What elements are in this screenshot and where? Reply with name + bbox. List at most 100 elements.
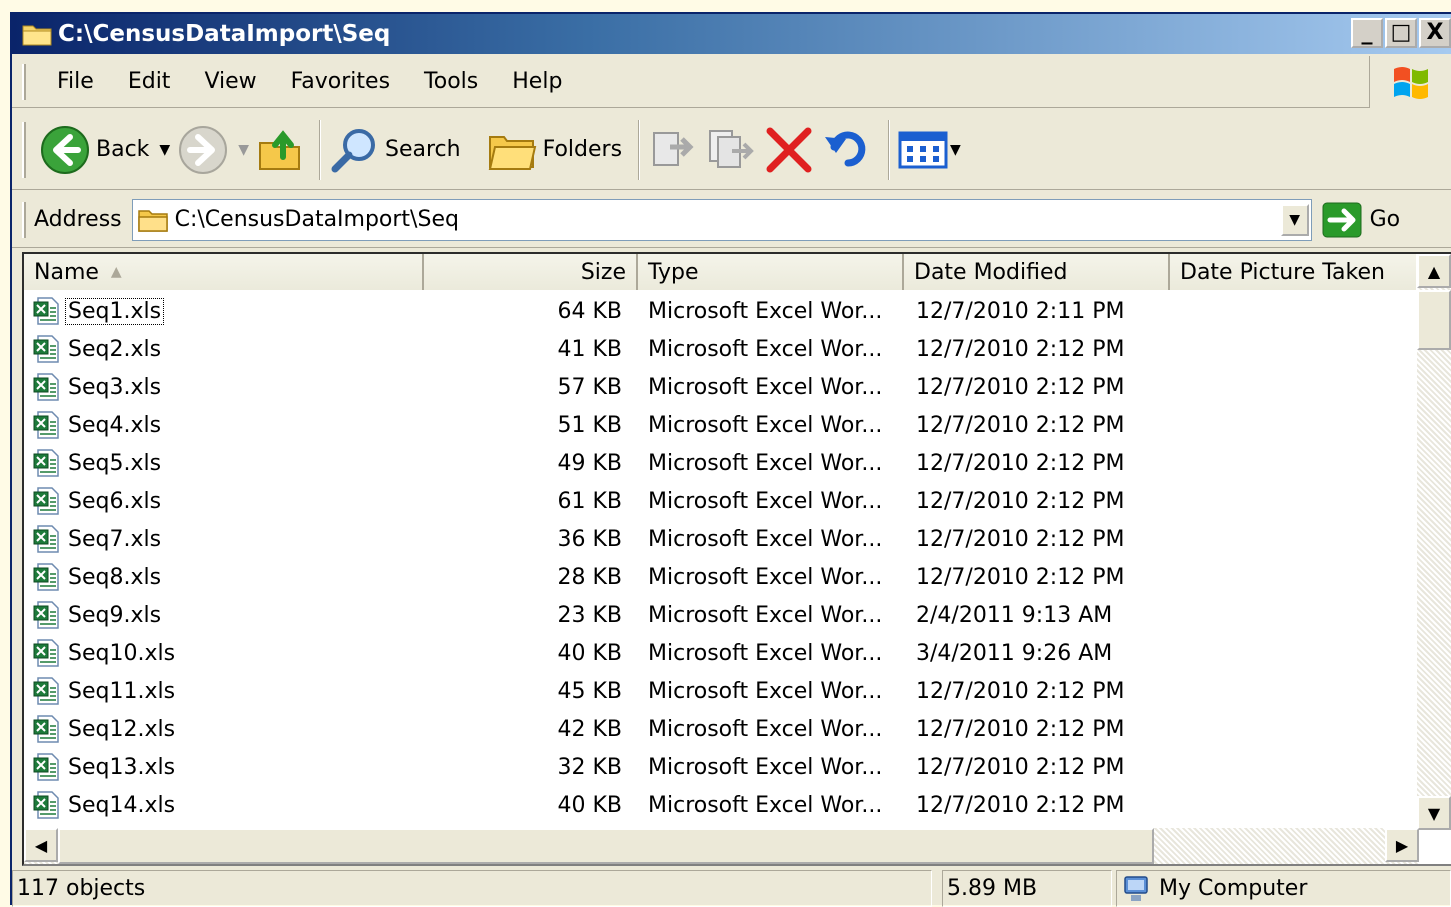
- file-name-cell[interactable]: Seq4.xls: [24, 410, 422, 440]
- column-header-type[interactable]: Type: [638, 254, 904, 290]
- file-name[interactable]: Seq10.xls: [66, 641, 177, 666]
- file-name-cell[interactable]: Seq7.xls: [24, 524, 422, 554]
- file-date-modified: 3/4/2011 9:26 AM: [916, 640, 1113, 666]
- toolbar-separator: [888, 119, 891, 180]
- forward-button[interactable]: ▼: [178, 125, 249, 175]
- horizontal-scroll-thumb[interactable]: [58, 828, 1154, 864]
- views-dropdown-icon[interactable]: ▼: [950, 142, 961, 158]
- excel-file-icon: [33, 639, 59, 667]
- delete-button[interactable]: [764, 127, 814, 173]
- address-bar: Address C:\CensusDataImport\Seq ▼ Go: [12, 192, 1451, 248]
- file-row[interactable]: Seq2.xls 41 KB Microsoft Excel Wor... 12/7/…: [24, 330, 1416, 368]
- file-name-cell[interactable]: Seq10.xls: [24, 638, 422, 668]
- file-type: Microsoft Excel Wor...: [648, 488, 883, 514]
- column-header-size[interactable]: Size: [424, 254, 638, 290]
- file-row[interactable]: Seq9.xls 23 KB Microsoft Excel Wor... 2/4/2…: [24, 596, 1416, 634]
- file-name-cell[interactable]: Seq8.xls: [24, 562, 422, 592]
- file-name-cell[interactable]: Seq1.xls: [24, 296, 422, 326]
- vertical-scrollbar[interactable]: ▲ ▼: [1417, 254, 1451, 830]
- file-row[interactable]: Seq14.xls 40 KB Microsoft Excel Wor... 12/7…: [24, 786, 1416, 824]
- maximize-button[interactable]: □: [1385, 18, 1417, 48]
- file-name[interactable]: Seq4.xls: [66, 413, 163, 438]
- horizontal-scrollbar[interactable]: ◀ ▶: [24, 828, 1419, 864]
- copy-to-button[interactable]: [706, 127, 756, 173]
- views-button[interactable]: ▼: [898, 129, 961, 171]
- scroll-left-button[interactable]: ◀: [24, 828, 58, 862]
- file-row[interactable]: Seq7.xls 36 KB Microsoft Excel Wor... 12/7/…: [24, 520, 1416, 558]
- scroll-right-button[interactable]: ▶: [1385, 828, 1419, 862]
- status-location-label: My Computer: [1159, 876, 1308, 901]
- move-to-button[interactable]: [648, 127, 698, 173]
- file-name[interactable]: Seq9.xls: [66, 603, 163, 628]
- file-name-cell[interactable]: Seq2.xls: [24, 334, 422, 364]
- file-name[interactable]: Seq7.xls: [66, 527, 163, 552]
- file-row[interactable]: Seq8.xls 28 KB Microsoft Excel Wor... 12/7/…: [24, 558, 1416, 596]
- file-row[interactable]: Seq4.xls 51 KB Microsoft Excel Wor... 12/7/…: [24, 406, 1416, 444]
- file-size: 28 KB: [557, 564, 622, 590]
- file-row[interactable]: Seq5.xls 49 KB Microsoft Excel Wor... 12/7/…: [24, 444, 1416, 482]
- file-type: Microsoft Excel Wor...: [648, 336, 883, 362]
- folders-button[interactable]: Folders: [487, 127, 622, 173]
- file-name-cell[interactable]: Seq13.xls: [24, 752, 422, 782]
- file-name[interactable]: Seq6.xls: [66, 489, 163, 514]
- file-name[interactable]: Seq2.xls: [66, 337, 163, 362]
- menu-edit[interactable]: Edit: [111, 69, 188, 94]
- file-name[interactable]: Seq11.xls: [66, 679, 177, 704]
- file-name-cell[interactable]: Seq11.xls: [24, 676, 422, 706]
- column-header-date-modified[interactable]: Date Modified: [904, 254, 1170, 290]
- file-row[interactable]: Seq3.xls 57 KB Microsoft Excel Wor... 12/7/…: [24, 368, 1416, 406]
- undo-button[interactable]: [822, 127, 872, 173]
- file-name[interactable]: Seq12.xls: [66, 717, 177, 742]
- file-row[interactable]: Seq6.xls 61 KB Microsoft Excel Wor... 12/7/…: [24, 482, 1416, 520]
- column-header-date-picture-taken[interactable]: Date Picture Taken: [1170, 254, 1416, 290]
- menu-file[interactable]: File: [40, 69, 111, 94]
- up-folder-button[interactable]: [257, 127, 303, 173]
- menu-view[interactable]: View: [187, 69, 273, 94]
- column-header-name[interactable]: Name ▲: [24, 254, 424, 290]
- file-name[interactable]: Seq3.xls: [66, 375, 163, 400]
- scroll-up-button[interactable]: ▲: [1417, 254, 1451, 288]
- title-bar[interactable]: C:\CensusDataImport\Seq _ □ X: [12, 14, 1451, 54]
- close-button[interactable]: X: [1419, 18, 1451, 48]
- back-button[interactable]: Back ▼: [40, 125, 170, 175]
- file-name-cell[interactable]: Seq14.xls: [24, 790, 422, 820]
- addressbar-grip[interactable]: [22, 201, 26, 238]
- forward-arrow-icon: [179, 125, 228, 174]
- file-name[interactable]: Seq13.xls: [66, 755, 177, 780]
- file-row[interactable]: Seq12.xls 42 KB Microsoft Excel Wor... 12/7…: [24, 710, 1416, 748]
- file-name-cell[interactable]: Seq12.xls: [24, 714, 422, 744]
- file-row[interactable]: Seq13.xls 32 KB Microsoft Excel Wor... 12/7…: [24, 748, 1416, 786]
- file-name[interactable]: Seq8.xls: [66, 565, 163, 590]
- file-name-cell[interactable]: Seq3.xls: [24, 372, 422, 402]
- menu-favorites[interactable]: Favorites: [274, 69, 407, 94]
- window-title: C:\CensusDataImport\Seq: [58, 21, 391, 47]
- file-name[interactable]: Seq1.xls: [64, 297, 165, 325]
- search-button[interactable]: Search: [329, 125, 461, 175]
- file-name-cell[interactable]: Seq9.xls: [24, 600, 422, 630]
- forward-dropdown-icon[interactable]: ▼: [238, 142, 249, 158]
- file-name[interactable]: Seq14.xls: [66, 793, 177, 818]
- address-input[interactable]: C:\CensusDataImport\Seq ▼: [131, 198, 1312, 241]
- toolbar-grip[interactable]: [22, 121, 26, 178]
- file-row[interactable]: Seq11.xls 45 KB Microsoft Excel Wor... 12/7…: [24, 672, 1416, 710]
- file-row[interactable]: Seq1.xls 64 KB Microsoft Excel Wor... 12/7/…: [24, 292, 1416, 330]
- file-size: 57 KB: [557, 374, 622, 400]
- menu-help[interactable]: Help: [495, 69, 579, 94]
- menu-tools[interactable]: Tools: [407, 69, 495, 94]
- back-dropdown-icon[interactable]: ▼: [159, 142, 170, 158]
- scroll-down-button[interactable]: ▼: [1417, 796, 1451, 830]
- file-date-modified: 12/7/2010 2:11 PM: [916, 298, 1125, 324]
- file-row[interactable]: Seq10.xls 40 KB Microsoft Excel Wor... 3/4/…: [24, 634, 1416, 672]
- file-name-cell[interactable]: Seq6.xls: [24, 486, 422, 516]
- file-type: Microsoft Excel Wor...: [648, 640, 883, 666]
- go-button[interactable]: Go: [1322, 202, 1400, 238]
- undo-icon: [825, 131, 866, 166]
- menubar-grip[interactable]: [22, 63, 26, 100]
- vertical-scroll-thumb[interactable]: [1417, 290, 1451, 350]
- file-name-cell[interactable]: Seq5.xls: [24, 448, 422, 478]
- back-label: Back: [96, 137, 150, 162]
- minimize-button[interactable]: _: [1351, 18, 1383, 48]
- file-list-view[interactable]: Name ▲ Size Type Date Modified Date Pict…: [22, 252, 1451, 866]
- address-dropdown-button[interactable]: ▼: [1280, 203, 1309, 236]
- file-name[interactable]: Seq5.xls: [66, 451, 163, 476]
